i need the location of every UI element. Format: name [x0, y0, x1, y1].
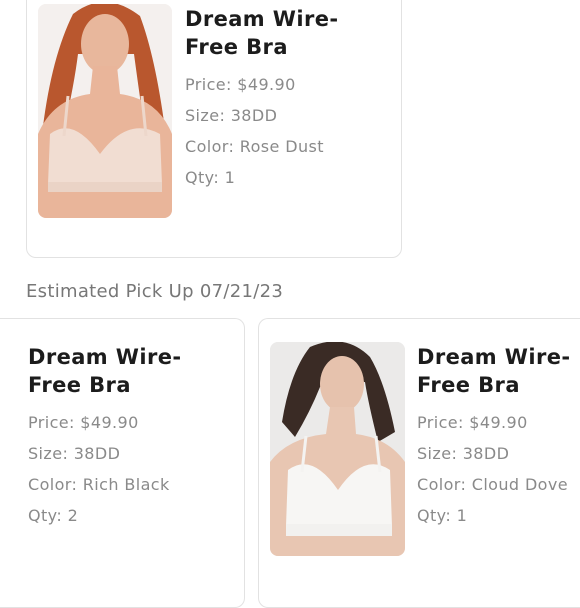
- product-size: Size: 38DD: [417, 444, 510, 463]
- product-color: Color: Rich Black: [28, 475, 170, 494]
- estimated-pickup-label: Estimated Pick Up 07/21/23: [26, 281, 284, 302]
- pickup-item-info: Dream Wire-Free Bra Price: $49.90 Size: …: [28, 343, 218, 531]
- product-name[interactable]: Dream Wire-Free Bra: [185, 5, 375, 61]
- order-item-info: Dream Wire-Free Bra Price: $49.90 Size: …: [185, 5, 375, 193]
- product-name[interactable]: Dream Wire-Free Bra: [28, 343, 218, 399]
- product-size: Size: 38DD: [28, 444, 121, 463]
- product-image[interactable]: [38, 4, 172, 218]
- product-color: Color: Cloud Dove: [417, 475, 568, 494]
- product-photo-cloud: [270, 342, 405, 556]
- pickup-item-info: Dream Wire-Free Bra Price: $49.90 Size: …: [417, 343, 580, 531]
- product-price: Price: $49.90: [28, 413, 139, 432]
- product-name[interactable]: Dream Wire-Free Bra: [417, 343, 580, 399]
- product-price: Price: $49.90: [185, 75, 296, 94]
- product-qty: Qty: 1: [185, 168, 236, 187]
- product-qty: Qty: 2: [28, 506, 79, 525]
- product-qty: Qty: 1: [417, 506, 468, 525]
- product-photo-rose-dust: [38, 4, 172, 218]
- product-price: Price: $49.90: [417, 413, 528, 432]
- product-size: Size: 38DD: [185, 106, 278, 125]
- product-image[interactable]: [270, 342, 405, 556]
- product-color: Color: Rose Dust: [185, 137, 324, 156]
